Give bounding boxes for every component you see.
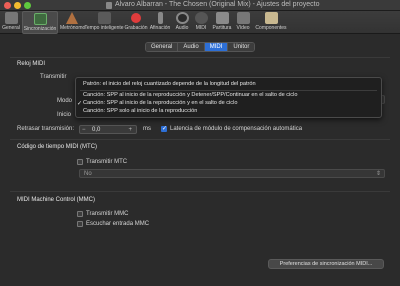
tab-general[interactable]: General xyxy=(146,43,179,51)
menu-item-label: Canción: SPP al inicio de la reproducció… xyxy=(83,92,298,98)
tab-audio[interactable]: Audio xyxy=(178,43,205,51)
video-icon xyxy=(236,12,250,24)
menu-item-song-spp-stop-continue[interactable]: Canción: SPP al inicio de la reproducció… xyxy=(83,92,297,98)
menu-separator xyxy=(80,90,377,91)
mtc-section-title: Código de tiempo MIDI (MTC) xyxy=(17,144,98,150)
latency-label: Latencia de módulo de compensación autom… xyxy=(170,126,303,132)
stepper-minus-icon[interactable]: − xyxy=(82,126,86,134)
close-window-button[interactable] xyxy=(4,2,11,9)
toolbar-tuning-button[interactable]: Afinación xyxy=(148,11,172,34)
components-icon xyxy=(264,12,278,24)
toolbar-label: Metrónomo xyxy=(60,25,86,31)
toolbar-sync-button[interactable]: Sincronización xyxy=(22,11,58,34)
tab-midi[interactable]: MIDI xyxy=(204,43,229,51)
midi-clock-section-title: Reloj MIDI xyxy=(17,61,46,67)
toolbar-recording-button[interactable]: Grabación xyxy=(124,11,148,34)
settings-toolbar: General Sincronización Metrónomo Tempo i… xyxy=(0,11,400,34)
delay-transmit-label: Retrasar transmisión: xyxy=(17,126,75,132)
divider xyxy=(10,139,390,140)
score-icon xyxy=(215,12,229,24)
toolbar-score-button[interactable]: Partitura xyxy=(211,11,233,34)
toolbar-label: Audio xyxy=(175,25,189,31)
toolbar-components-button[interactable]: Componentes xyxy=(254,11,288,34)
divider xyxy=(10,191,390,192)
record-icon xyxy=(131,13,141,23)
mmc-section-title: MIDI Machine Control (MMC) xyxy=(17,197,96,203)
toolbar-midi-button[interactable]: MIDI xyxy=(192,11,210,34)
zoom-window-button[interactable] xyxy=(24,2,31,9)
toolbar-video-button[interactable]: Vídeo xyxy=(234,11,252,34)
start-label: Inicio xyxy=(57,112,72,118)
menu-item-label: Patrón: el inicio del reloj cuantizado d… xyxy=(83,81,256,87)
toolbar-smart-tempo-button[interactable]: Tempo inteligente xyxy=(84,11,124,34)
transmit-mtc-label: Transmitir MTC xyxy=(86,159,128,165)
transmit-mmc-label: Transmitir MMC xyxy=(86,211,129,217)
toolbar-label: Afinación xyxy=(149,25,171,31)
midi-icon xyxy=(194,12,208,24)
tab-unitor[interactable]: Unitor xyxy=(228,43,255,51)
transmit-mmc-checkbox[interactable] xyxy=(77,211,83,217)
delay-value[interactable]: 0,0 xyxy=(92,126,100,134)
latency-checkbox[interactable] xyxy=(161,125,167,132)
menu-item-pattern[interactable]: Patrón: el inicio del reloj cuantizado d… xyxy=(83,81,256,87)
popup-arrows-icon: ⇕ xyxy=(375,171,381,177)
document-icon xyxy=(106,2,112,9)
toolbar-general-button[interactable]: General xyxy=(2,11,20,34)
toolbar-label: Grabación xyxy=(124,25,148,31)
menu-item-song-spp-start-only[interactable]: Canción: SPP solo al inicio de la reprod… xyxy=(83,108,197,114)
tab-bar: General Audio MIDI Unitor xyxy=(145,42,256,52)
midi-sync-preferences-button[interactable]: Preferencias de sincronización MIDI... xyxy=(268,259,384,269)
general-icon xyxy=(4,12,18,24)
listen-mmc-label: Escuchar entrada MMC xyxy=(86,221,150,227)
stepper-plus-icon[interactable]: + xyxy=(128,126,132,134)
smart-tempo-icon xyxy=(97,12,111,24)
listen-mmc-checkbox[interactable] xyxy=(77,221,83,227)
toolbar-label: Sincronización xyxy=(23,26,57,32)
minimize-window-button[interactable] xyxy=(14,2,21,9)
title-bar: Alvaro Albarran - The Chosen (Original M… xyxy=(0,0,400,11)
window-title: Alvaro Albarran - The Chosen (Original M… xyxy=(115,1,320,8)
menu-item-song-spp-cycle[interactable]: ✓ Canción: SPP al inicio de la reproducc… xyxy=(77,100,238,107)
delay-unit: ms xyxy=(143,126,151,132)
menu-item-label: Canción: SPP solo al inicio de la reprod… xyxy=(83,108,198,114)
toolbar-label: MIDI xyxy=(195,25,207,31)
sync-icon xyxy=(33,13,47,25)
project-settings-window: Alvaro Albarran - The Chosen (Original M… xyxy=(0,0,400,286)
toolbar-metronome-button[interactable]: Metrónomo xyxy=(60,11,86,34)
toolbar-label: General xyxy=(2,25,20,31)
delay-stepper[interactable]: − 0,0 + xyxy=(79,125,137,134)
tuning-icon xyxy=(157,12,163,24)
transmit-label: Transmitir xyxy=(40,74,67,80)
audio-icon xyxy=(175,12,189,24)
transmit-mtc-checkbox[interactable] xyxy=(77,159,83,165)
toolbar-audio-button[interactable]: Audio xyxy=(173,11,191,34)
metronome-icon xyxy=(65,12,78,24)
menu-item-label: Canción: SPP al inicio de la reproducció… xyxy=(83,100,238,106)
clock-mode-menu: Patrón: el inicio del reloj cuantizado d… xyxy=(75,77,382,118)
divider xyxy=(10,57,390,58)
mode-label: Modo xyxy=(57,98,73,104)
toolbar-label: Vídeo xyxy=(236,25,250,31)
toolbar-label: Componentes xyxy=(255,25,287,31)
mtc-destination-value: No xyxy=(84,171,92,177)
checkmark-icon: ✓ xyxy=(77,101,83,107)
toolbar-label: Tempo inteligente xyxy=(84,25,124,31)
mtc-destination-popup[interactable]: No ⇕ xyxy=(79,169,385,178)
toolbar-label: Partitura xyxy=(212,25,232,31)
